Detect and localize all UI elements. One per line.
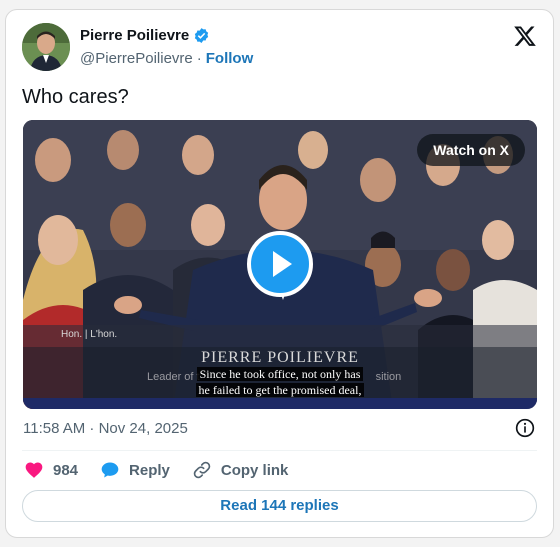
tweet-text: Who cares?: [22, 86, 129, 108]
copy-link-button[interactable]: Copy link: [192, 460, 289, 480]
handle-separator: ·: [196, 50, 202, 67]
avatar[interactable]: [22, 23, 70, 71]
caption-line-2: he failed to get the promised deal,: [195, 383, 365, 397]
heart-icon: [25, 462, 43, 478]
info-icon[interactable]: [515, 418, 535, 438]
lower-third-name: PIERRE POILIEVRE: [201, 349, 359, 366]
follow-button[interactable]: Follow: [206, 50, 254, 67]
play-button[interactable]: [247, 231, 313, 297]
link-icon: [193, 461, 211, 479]
author-handle[interactable]: @PierrePoilievre: [80, 50, 193, 67]
video-caption: Since he took office, not only has he fa…: [23, 366, 537, 398]
verified-badge-icon: [195, 28, 209, 43]
copy-link-label: Copy link: [220, 461, 289, 479]
reply-button[interactable]: Reply: [100, 460, 170, 480]
author-row: Pierre Poilievre: [80, 27, 210, 44]
handle-row: @PierrePoilievre · Follow: [80, 50, 253, 67]
reply-label: Reply: [129, 461, 170, 479]
read-replies-button[interactable]: Read 144 replies: [22, 490, 537, 522]
video-player[interactable]: Watch on X Hon. | L'hon. PIERRE POILIEVR…: [23, 120, 537, 409]
author-name[interactable]: Pierre Poilievre: [80, 27, 189, 44]
like-button[interactable]: 984: [24, 460, 78, 480]
play-icon: [273, 251, 292, 277]
hon-tag: Hon. | L'hon.: [61, 329, 118, 340]
x-logo-icon[interactable]: [513, 24, 537, 48]
tweet-timestamp[interactable]: 11:58 AM · Nov 24, 2025: [23, 420, 188, 437]
caption-line-1: Since he took office, not only has: [196, 367, 364, 381]
like-count: 984: [53, 461, 79, 479]
tweet-card: Pierre Poilievre @PierrePoilievre · Foll…: [5, 9, 554, 538]
watch-on-x-button[interactable]: Watch on X: [417, 134, 525, 166]
action-bar: 984 Reply Copy link: [24, 459, 310, 481]
divider: [22, 450, 537, 451]
reply-bubble-icon: [101, 462, 119, 478]
